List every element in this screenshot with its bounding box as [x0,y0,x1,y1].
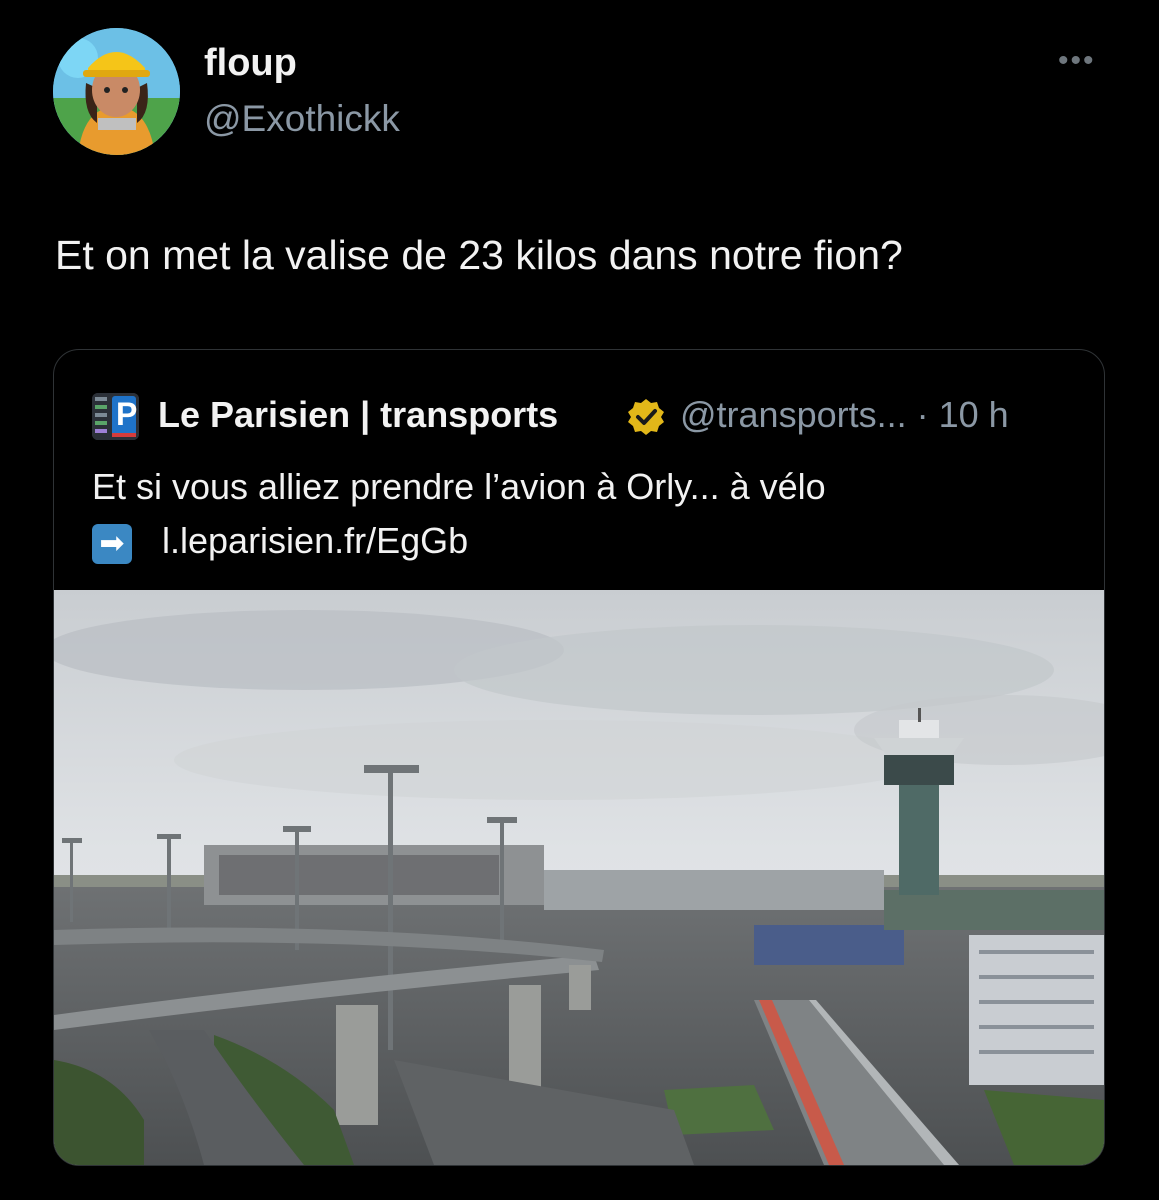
quoted-tweet-card[interactable]: P Le Parisien | transports @transports..… [53,349,1105,1166]
logo-letter: P [116,396,138,432]
orly-airport-photo[interactable] [54,590,1104,1165]
right-arrow-icon: ➡ [92,524,132,564]
construction-worker-avatar-icon [53,28,180,155]
quoted-handle-timestamp[interactable]: @transports... · 10 h [680,394,1009,436]
quoted-tweet-link[interactable]: l.leparisien.fr/EgGb [162,520,468,562]
quoted-display-name[interactable]: Le Parisien | transports [158,394,558,436]
author-display-name[interactable]: floup [204,42,297,85]
quoted-tweet-text: Et si vous alliez prendre l’avion à Orly… [92,466,826,507]
le-parisien-logo[interactable]: P [92,393,139,440]
avatar[interactable] [53,28,180,155]
verified-badge-icon [628,399,664,435]
author-handle[interactable]: @Exothickk [204,98,400,140]
more-icon[interactable]: ••• [1058,44,1096,78]
tweet-text: Et on met la valise de 23 kilos dans not… [55,232,903,278]
